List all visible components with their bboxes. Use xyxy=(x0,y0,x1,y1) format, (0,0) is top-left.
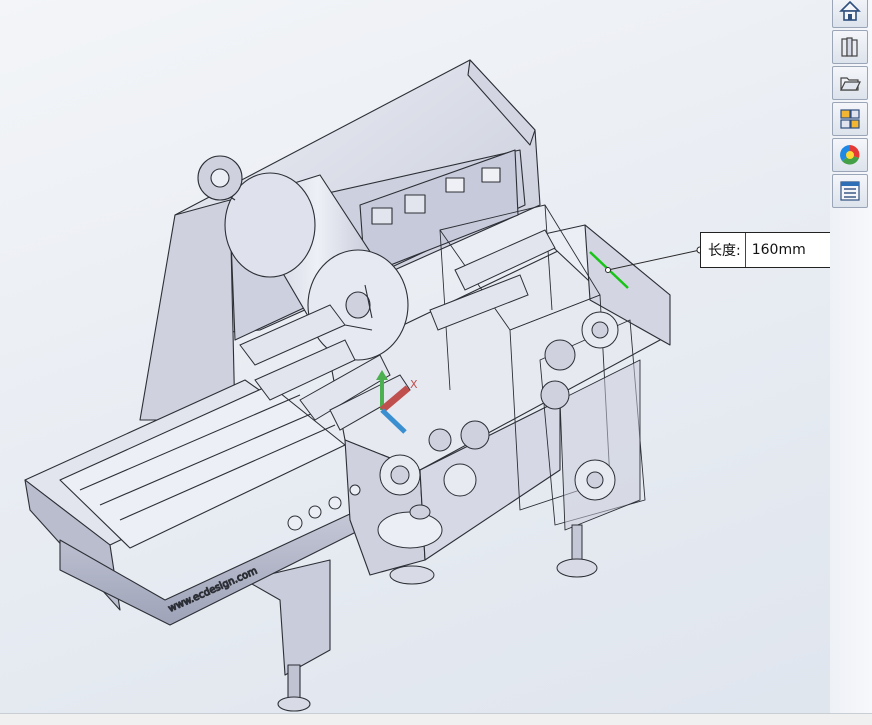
side-panel-text: www.ecdesign.com xyxy=(167,566,259,615)
tab-custom-properties[interactable] xyxy=(832,174,868,208)
dimension-value: 160mm xyxy=(751,242,806,258)
design-library-icon xyxy=(841,37,858,57)
dimension-label: 长度: xyxy=(701,233,746,267)
leader-anchor-start xyxy=(605,267,611,273)
status-bar xyxy=(0,713,872,725)
dimension-callout[interactable]: 长度: 160mm xyxy=(700,232,831,268)
triad-x-label: X xyxy=(410,378,418,391)
tab-file-explorer[interactable] xyxy=(832,66,868,100)
file-explorer-icon xyxy=(840,77,861,91)
view-palette-icon xyxy=(840,109,860,129)
task-pane xyxy=(830,0,872,714)
home-icon xyxy=(839,0,861,21)
custom-properties-icon xyxy=(840,181,860,201)
tab-design-library[interactable] xyxy=(832,30,868,64)
graphics-area[interactable]: www.ecdesign.com X 长度: 160mm xyxy=(0,0,868,714)
tab-home[interactable] xyxy=(832,0,868,28)
tab-view-palette[interactable] xyxy=(832,102,868,136)
tab-appearances[interactable] xyxy=(832,138,868,172)
machine-model[interactable]: www.ecdesign.com X xyxy=(0,0,868,714)
appearances-icon xyxy=(840,145,860,165)
